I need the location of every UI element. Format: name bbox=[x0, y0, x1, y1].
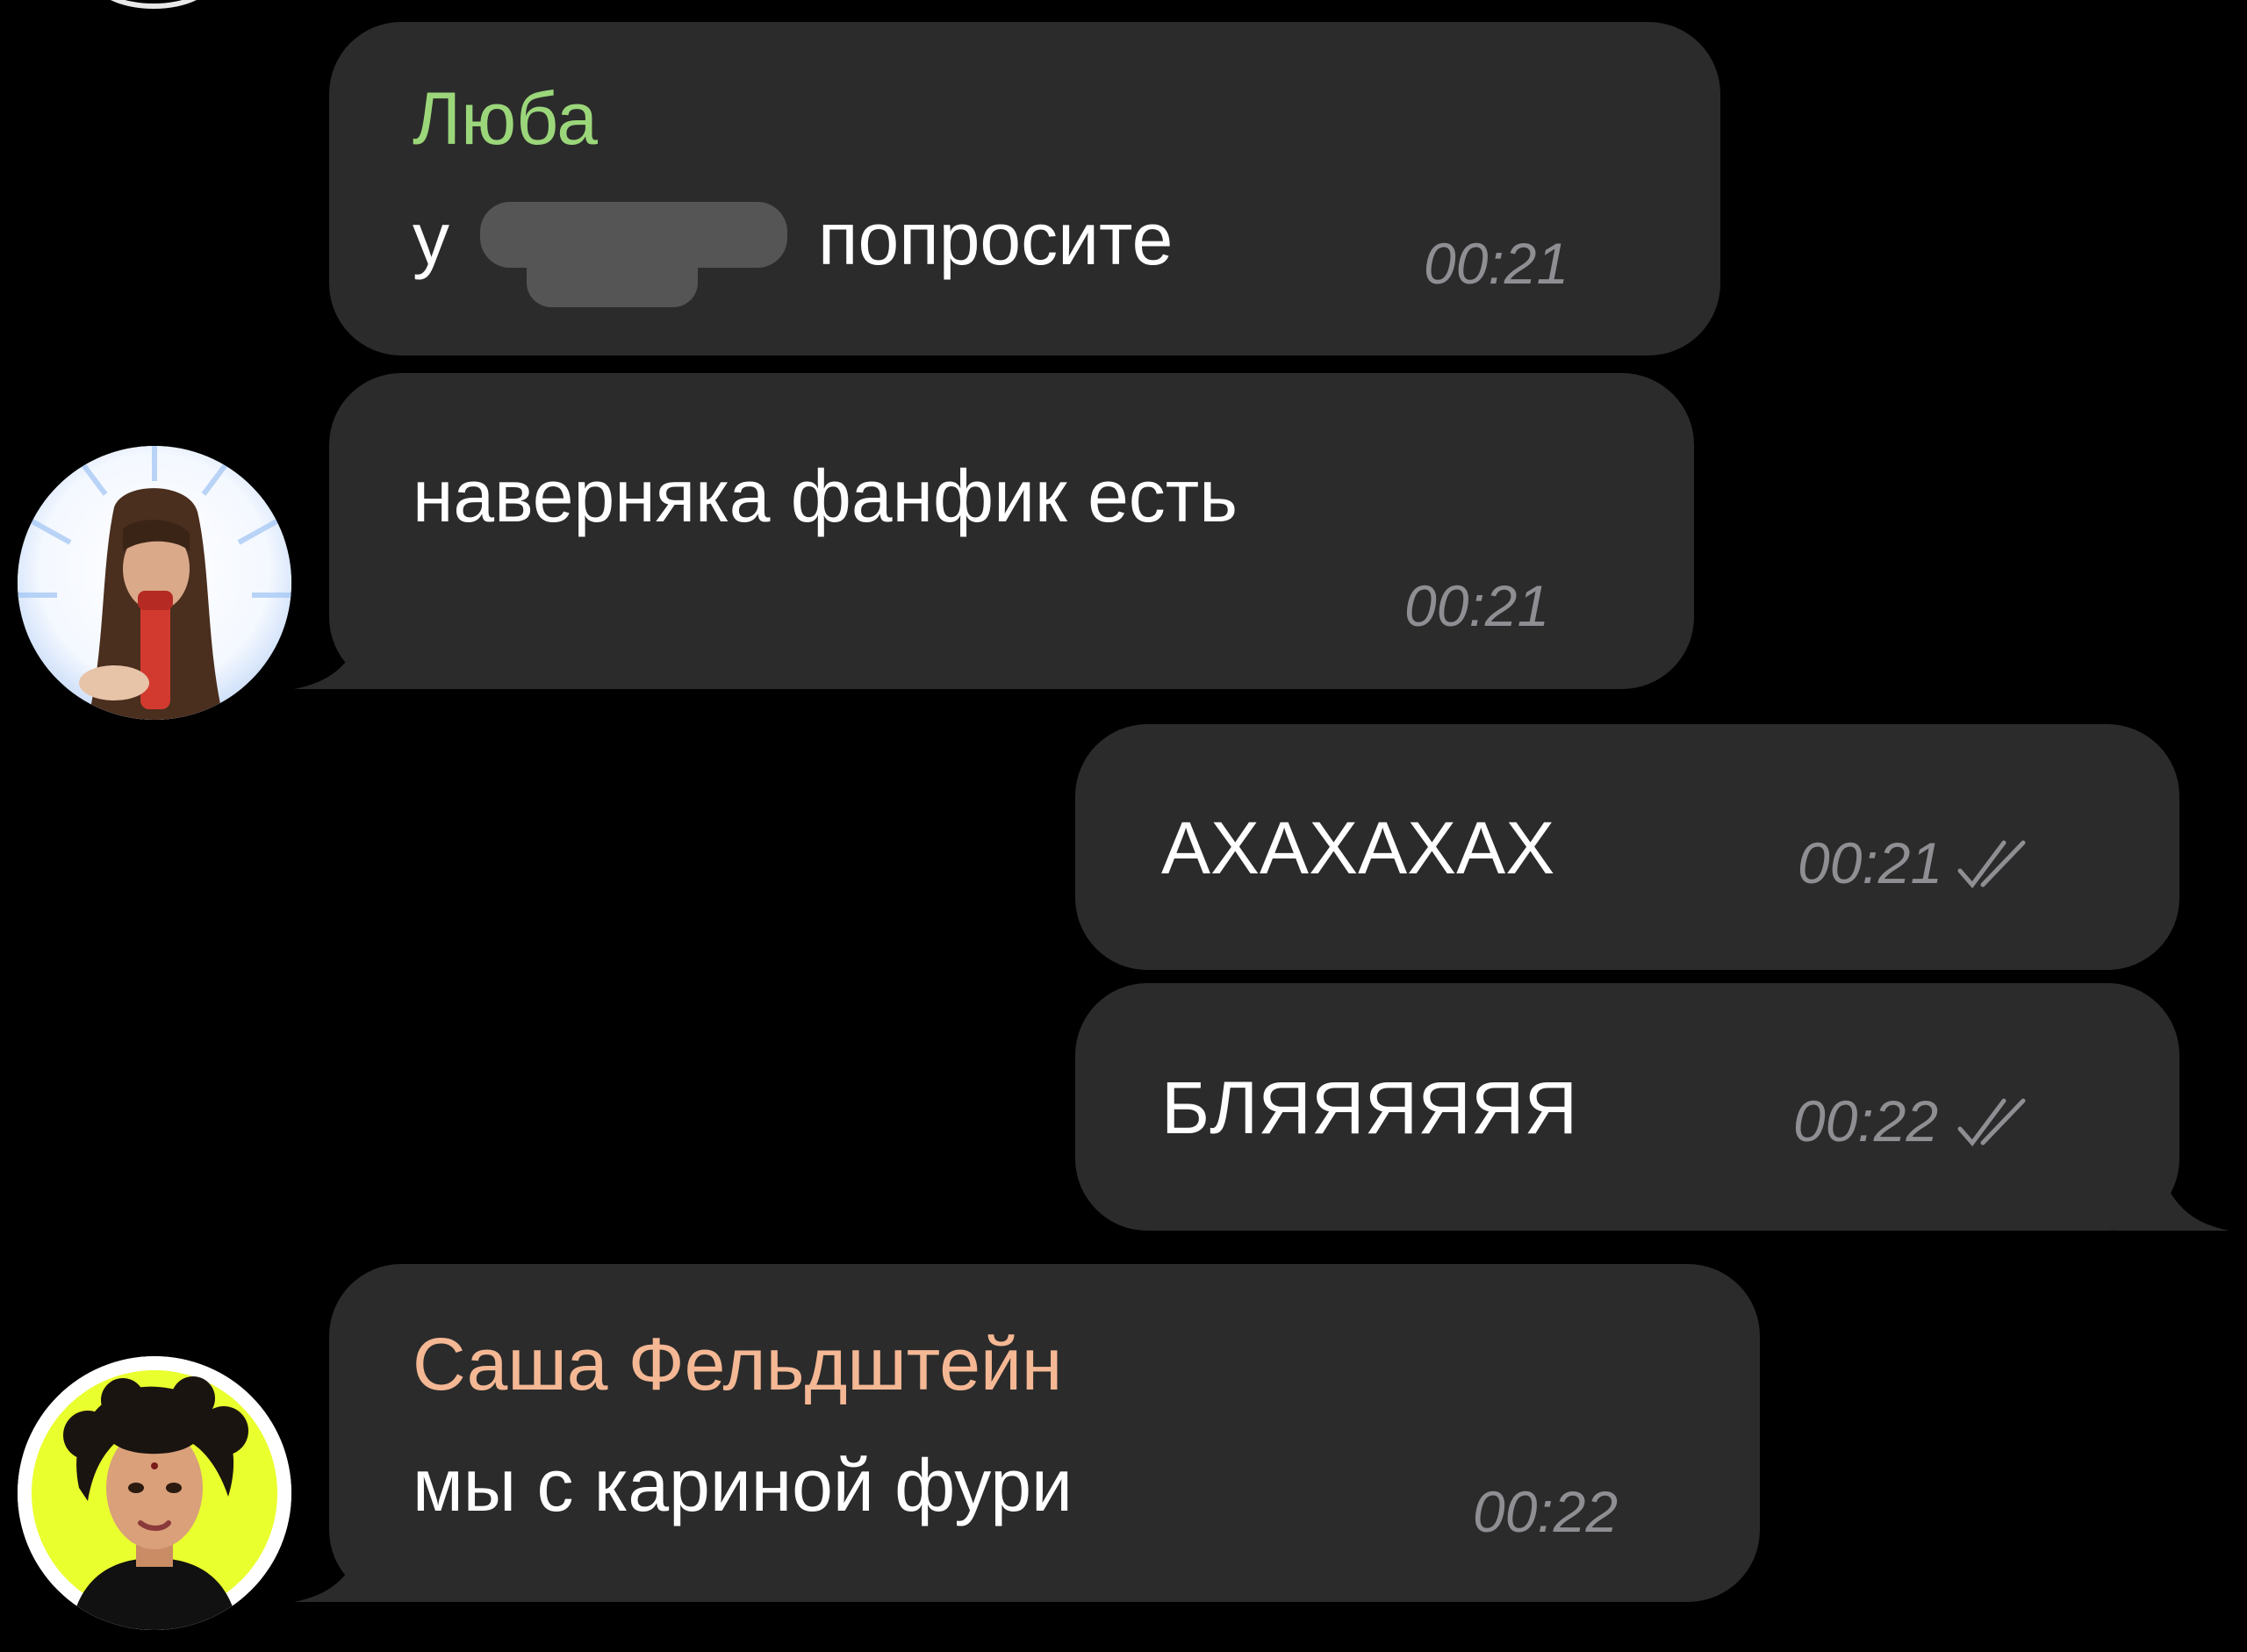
redacted-name-blob bbox=[527, 241, 698, 307]
sender-name[interactable]: Саша Фельдштейн bbox=[413, 1327, 1062, 1401]
sender-avatar[interactable] bbox=[18, 446, 291, 720]
sender-avatar[interactable] bbox=[18, 1356, 291, 1630]
message-time: 00:22 bbox=[1793, 1088, 1939, 1153]
chat-message-list[interactable]: Люба у попросите 00:21 наверняка фанфик … bbox=[0, 0, 2247, 1652]
message-bubble-outgoing[interactable]: БЛЯЯЯЯЯЯ 00:22 bbox=[1075, 983, 2179, 1231]
sender-name[interactable]: Люба bbox=[413, 82, 598, 155]
message-time: 00:21 bbox=[1798, 830, 1943, 895]
message-bubble-incoming[interactable]: Люба у попросите 00:21 bbox=[329, 22, 1720, 356]
message-text-suffix: попросите bbox=[818, 198, 1174, 280]
message-text: мы с кариной фури bbox=[413, 1444, 1073, 1526]
double-check-icon bbox=[1957, 1098, 2026, 1146]
message-text: наверняка фанфик есть bbox=[413, 455, 1238, 537]
message-time: 00:22 bbox=[1473, 1479, 1619, 1544]
message-bubble-incoming[interactable]: наверняка фанфик есть 00:21 bbox=[329, 373, 1694, 689]
message-text: АХАХАХАХ bbox=[1161, 807, 1555, 889]
message-bubble-outgoing[interactable]: АХАХАХАХ 00:21 bbox=[1075, 724, 2179, 970]
bubble-tail-outgoing bbox=[2115, 1136, 2229, 1231]
bubble-tail-incoming bbox=[294, 1507, 408, 1602]
avatar-partial[interactable] bbox=[92, 0, 215, 9]
double-check-icon bbox=[1957, 840, 2026, 888]
message-text-prefix: у bbox=[413, 198, 449, 280]
message-time: 00:21 bbox=[1404, 573, 1550, 638]
message-bubble-incoming[interactable]: Саша Фельдштейн мы с кариной фури 00:22 bbox=[329, 1264, 1760, 1602]
message-time: 00:21 bbox=[1424, 231, 1569, 296]
user-avatar-curly-hair-icon bbox=[18, 1356, 291, 1630]
message-text: БЛЯЯЯЯЯЯ bbox=[1161, 1067, 1578, 1149]
user-avatar-long-hair-icon bbox=[18, 446, 291, 720]
bubble-tail-incoming bbox=[294, 597, 408, 689]
